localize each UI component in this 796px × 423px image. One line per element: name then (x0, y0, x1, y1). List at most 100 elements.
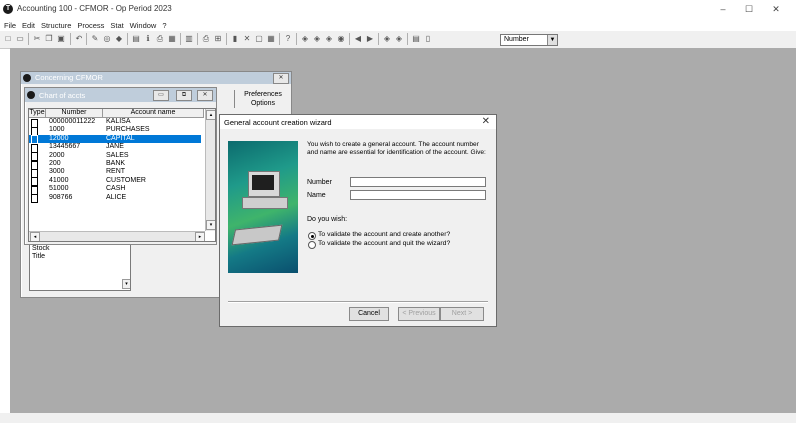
account-number: 1000 (49, 126, 65, 134)
table-row[interactable]: 908766 ALICE (29, 193, 201, 204)
paste-icon[interactable]: ▣ (56, 34, 66, 44)
document-icon[interactable]: ▤ (131, 34, 141, 44)
scroll-left-icon[interactable]: ◂ (30, 232, 40, 241)
tool-a-icon[interactable]: ◈ (300, 34, 310, 44)
table-row[interactable]: 51000 CASH (29, 185, 201, 195)
account-number: 3000 (49, 168, 65, 176)
menu-file[interactable]: File (4, 20, 16, 31)
scroll-right-icon[interactable]: ▸ (195, 232, 205, 241)
menu-help[interactable]: ? (162, 20, 166, 31)
window-icon[interactable]: ▢ (254, 34, 264, 44)
monitor-icon (248, 171, 280, 197)
menu-bar: File Edit Structure Process Stat Window … (0, 20, 796, 31)
calculator-icon[interactable]: ▥ (184, 34, 194, 44)
table-row[interactable]: 41000 CUSTOMER (29, 177, 201, 187)
column-header-name[interactable]: Account name (103, 109, 204, 118)
tool-g-icon[interactable]: ▤ (411, 34, 421, 44)
tab-preferences[interactable]: Preferences (237, 91, 289, 98)
close-icon[interactable]: ✕ (482, 116, 490, 127)
tab-options[interactable]: Options (237, 100, 289, 107)
cut-icon[interactable]: ✂ (32, 34, 42, 44)
binoculars-icon[interactable]: ◎ (102, 34, 112, 44)
tools-icon[interactable]: ✕ (242, 34, 252, 44)
tool-d-icon[interactable]: ◉ (336, 34, 346, 44)
maximize-button[interactable]: ☐ (738, 2, 760, 16)
printer-icon[interactable]: ⎙ (201, 34, 211, 44)
preview-icon[interactable]: ⊞ (213, 34, 223, 44)
account-name: KALISA (106, 118, 131, 125)
list-item[interactable]: Stock (32, 245, 50, 252)
menu-window[interactable]: Window (130, 20, 157, 31)
close-icon[interactable]: ✕ (273, 73, 289, 84)
create-another-label[interactable]: To validate the account and create anoth… (318, 231, 450, 238)
tool-e-icon[interactable]: ◈ (382, 34, 392, 44)
name-field[interactable] (350, 190, 486, 200)
close-button[interactable]: ✕ (765, 2, 787, 16)
new-icon[interactable]: □ (3, 34, 13, 44)
info-icon[interactable]: ℹ (143, 34, 153, 44)
table-row-selected[interactable]: 12000 CAPITAL (29, 134, 201, 145)
table-row[interactable]: 1000 PURCHASES (29, 126, 201, 136)
grid-icon[interactable]: ▦ (266, 34, 276, 44)
pencil-icon[interactable]: ✎ (90, 34, 100, 44)
column-header-type[interactable]: Type (29, 109, 46, 118)
menu-structure[interactable]: Structure (41, 20, 71, 31)
close-icon[interactable]: ✕ (197, 90, 213, 101)
table-row[interactable]: 200 BANK (29, 160, 201, 170)
minimize-button[interactable]: – (712, 2, 734, 16)
chart-icon[interactable]: ▮ (230, 34, 240, 44)
undo-icon[interactable]: ↶ (74, 34, 84, 44)
scroll-up-icon[interactable]: ▴ (206, 110, 215, 120)
horizontal-scrollbar[interactable]: ◂ ▸ (29, 231, 205, 241)
menu-stat[interactable]: Stat (110, 20, 123, 31)
scroll-down-icon[interactable]: ▾ (122, 279, 130, 289)
help-icon[interactable]: ? (283, 34, 293, 44)
cancel-button[interactable]: Cancel (349, 307, 389, 321)
vertical-scrollbar[interactable]: ▴ ▾ (205, 109, 215, 231)
next-button[interactable]: Next > (440, 307, 484, 321)
properties-icon[interactable]: ▦ (167, 34, 177, 44)
category-list[interactable]: Stock Title ▾ (29, 242, 131, 291)
eraser-icon[interactable]: ◆ (114, 34, 124, 44)
chart-of-accts-window: Chart of accts ▭ ⧉ ✕ Type Number Account… (24, 87, 217, 245)
sort-combo-value: Number (504, 36, 529, 43)
back-icon[interactable]: ◀ (353, 34, 363, 44)
number-field[interactable] (350, 177, 486, 187)
account-number: 000000011222 (49, 118, 96, 125)
forward-icon[interactable]: ▶ (365, 34, 375, 44)
account-number: 908766 (49, 193, 73, 201)
create-another-radio[interactable] (308, 232, 316, 240)
tool-f-icon[interactable]: ◈ (394, 34, 404, 44)
previous-button[interactable]: < Previous (398, 307, 440, 321)
menu-process[interactable]: Process (77, 20, 104, 31)
wizard-intro: You wish to create a general account. Th… (307, 141, 486, 156)
accounts-table: Type Number Account name 000000011222 KAL… (28, 108, 216, 242)
table-row[interactable]: 000000011222 KALISA (29, 118, 201, 128)
table-row[interactable]: 2000 SALES (29, 151, 201, 162)
print-icon[interactable]: ⎙ (155, 34, 165, 44)
table-row[interactable]: 3000 RENT (29, 168, 201, 178)
name-label: Name (307, 192, 326, 199)
list-item[interactable]: Title (32, 253, 45, 260)
account-name: JANE (106, 143, 124, 151)
tool-c-icon[interactable]: ◈ (324, 34, 334, 44)
copy-icon[interactable]: ❐ (44, 34, 54, 44)
menu-edit[interactable]: Edit (22, 20, 35, 31)
tool-b-icon[interactable]: ◈ (312, 34, 322, 44)
scroll-down-icon[interactable]: ▾ (206, 220, 215, 230)
account-name: CASH (106, 185, 126, 193)
quit-wizard-radio[interactable] (308, 241, 316, 249)
concerning-caption: Concerning CFMOR ✕ (21, 72, 291, 84)
column-header-number[interactable]: Number (46, 109, 103, 118)
table-row[interactable]: 13445667 JANE (29, 143, 201, 153)
open-icon[interactable]: ▭ (15, 34, 25, 44)
quit-wizard-label[interactable]: To validate the account and quit the wiz… (318, 240, 450, 247)
account-name: SALES (106, 151, 129, 159)
toolbar-separator (127, 33, 128, 45)
computer-case-icon (242, 197, 288, 209)
minimize-icon[interactable]: ▭ (153, 90, 169, 101)
restore-icon[interactable]: ⧉ (176, 90, 192, 101)
chevron-down-icon[interactable]: ▼ (547, 35, 557, 45)
sort-combo[interactable]: Number ▼ (500, 34, 558, 46)
tool-h-icon[interactable]: ▯ (423, 34, 433, 44)
